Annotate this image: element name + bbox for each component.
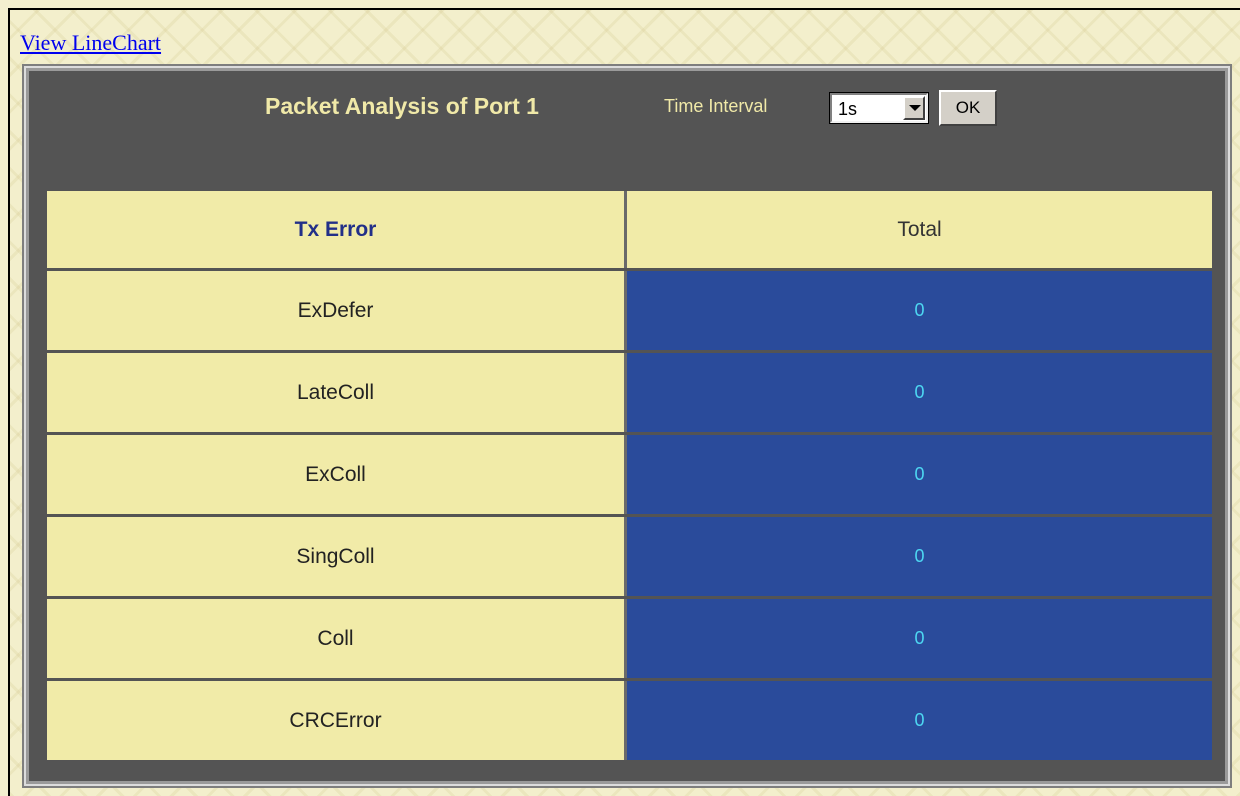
- row-value: 0: [627, 599, 1212, 678]
- table-header-row: Tx Error Total: [47, 191, 1212, 268]
- table-row: SingColl 0: [47, 517, 1212, 596]
- row-value: 0: [627, 681, 1212, 760]
- column-header-tx-error: Tx Error: [47, 191, 627, 268]
- column-header-total: Total: [627, 191, 1212, 268]
- row-value: 0: [627, 353, 1212, 432]
- packet-analysis-panel: Packet Analysis of Port 1 Time Interval …: [24, 66, 1230, 786]
- row-value: 0: [627, 435, 1212, 514]
- row-label: LateColl: [47, 353, 627, 432]
- table-row: Coll 0: [47, 599, 1212, 678]
- row-label: ExColl: [47, 435, 627, 514]
- row-label: CRCError: [47, 681, 627, 760]
- panel-title: Packet Analysis of Port 1: [265, 93, 539, 119]
- table-row: CRCError 0: [47, 681, 1212, 760]
- ok-button[interactable]: OK: [939, 90, 997, 126]
- table-row: LateColl 0: [47, 353, 1212, 432]
- view-linechart-link[interactable]: View LineChart: [20, 30, 161, 56]
- time-interval-label: Time Interval: [664, 96, 768, 116]
- row-label: ExDefer: [47, 271, 627, 350]
- row-value: 0: [627, 517, 1212, 596]
- tx-error-table: Tx Error Total ExDefer 0 LateColl 0 ExCo…: [47, 191, 1212, 763]
- chevron-down-icon[interactable]: [903, 96, 925, 120]
- row-value: 0: [627, 271, 1212, 350]
- row-label: SingColl: [47, 517, 627, 596]
- table-row: ExDefer 0: [47, 271, 1212, 350]
- row-label: Coll: [47, 599, 627, 678]
- time-interval-value: 1s: [838, 99, 858, 119]
- table-row: ExColl 0: [47, 435, 1212, 514]
- time-interval-select[interactable]: 1s: [829, 92, 929, 124]
